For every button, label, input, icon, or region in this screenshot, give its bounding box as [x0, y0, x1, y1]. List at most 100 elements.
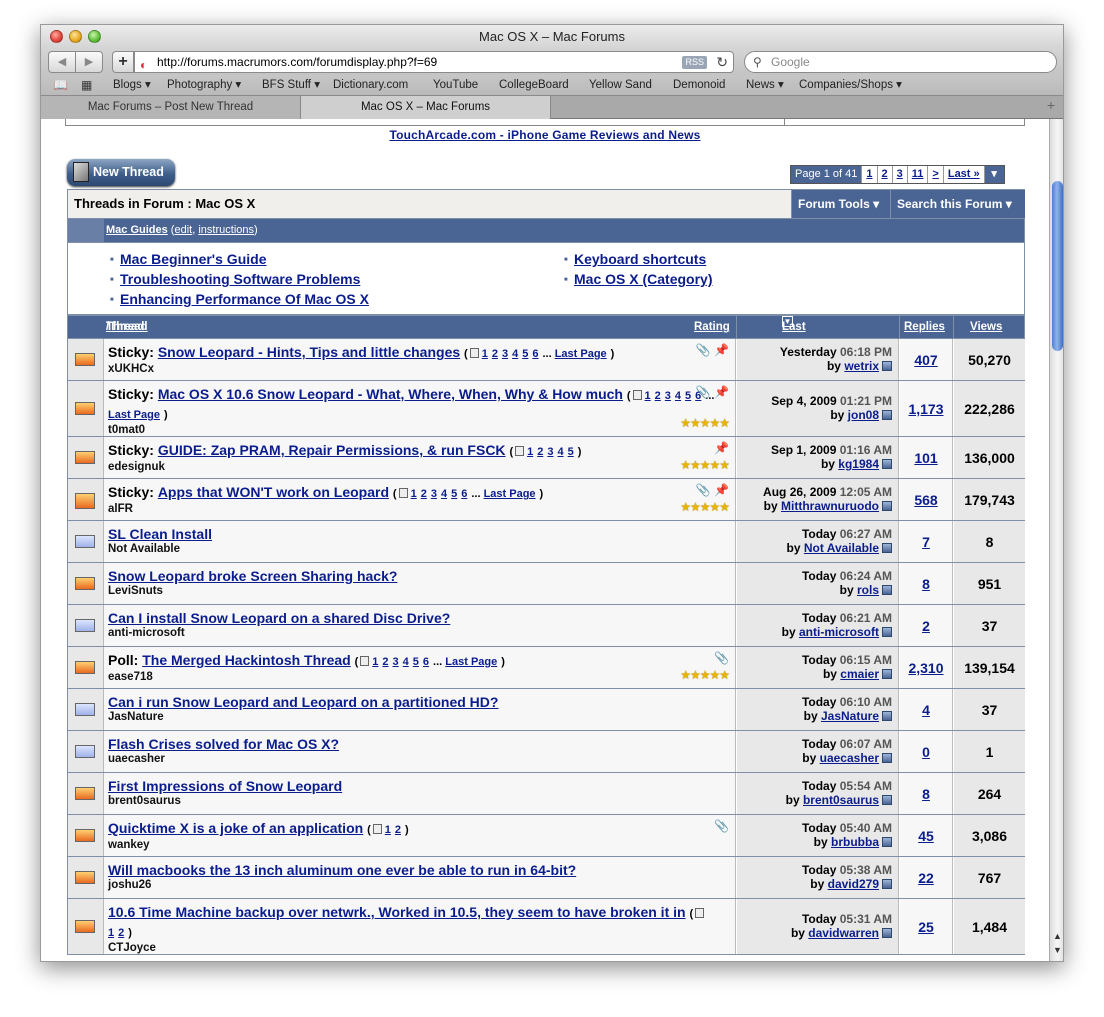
go-to-last-post-icon[interactable] — [882, 361, 892, 371]
go-to-last-post-icon[interactable] — [882, 585, 892, 595]
last-poster-link[interactable]: wetrix — [844, 359, 879, 373]
thread-page-link[interactable]: 5 — [568, 446, 574, 458]
touch-arcade-link[interactable]: TouchArcade.com - iPhone Game Reviews an… — [389, 128, 700, 142]
go-to-last-post-icon[interactable] — [882, 711, 892, 721]
guide-link[interactable]: Troubleshooting Software Problems — [110, 271, 360, 287]
replies-link[interactable]: 0 — [900, 731, 953, 772]
last-poster-link[interactable]: brent0saurus — [803, 793, 879, 807]
thread-page-link[interactable]: 4 — [441, 488, 447, 500]
page-link[interactable]: 2 — [876, 166, 892, 183]
bookmark-photography[interactable]: Photography ▾ — [167, 75, 241, 95]
scroll-up-icon[interactable]: ▲ — [1053, 931, 1062, 941]
go-to-last-post-icon[interactable] — [882, 837, 892, 847]
guide-link[interactable]: Enhancing Performance Of Mac OS X — [110, 291, 369, 307]
thread-page-link[interactable]: 1 — [411, 488, 417, 500]
guide-link[interactable]: Mac OS X (Category) — [564, 271, 713, 287]
address-bar[interactable]: ◐ http://forums.macrumors.com/forumdispl… — [134, 51, 734, 73]
thread-title-link[interactable]: GUIDE: Zap PRAM, Repair Permissions, & r… — [158, 442, 506, 458]
go-to-last-post-icon[interactable] — [882, 753, 892, 763]
reload-icon[interactable]: ↻ — [716, 52, 728, 72]
book-icon[interactable]: 📖 — [53, 75, 68, 95]
thread-last-page-link[interactable]: Last Page — [555, 348, 607, 360]
thread-title-link[interactable]: Flash Crises solved for Mac OS X? — [108, 736, 339, 752]
thread-title-link[interactable]: 10.6 Time Machine backup over netwrk., W… — [108, 904, 686, 920]
replies-link[interactable]: 2,310 — [900, 647, 953, 688]
thread-page-link[interactable]: 2 — [492, 348, 498, 360]
go-to-last-post-icon[interactable] — [882, 669, 892, 679]
go-to-last-post-icon[interactable] — [882, 501, 892, 511]
go-to-last-post-icon[interactable] — [882, 543, 892, 553]
last-poster-link[interactable]: JasNature — [821, 709, 879, 723]
add-bookmark-button[interactable]: + — [112, 51, 134, 73]
thread-page-link[interactable]: 1 — [385, 824, 391, 836]
last-poster-link[interactable]: Not Available — [804, 541, 879, 555]
thread-page-link[interactable]: 1 — [108, 927, 114, 939]
replies-link[interactable]: 568 — [900, 479, 953, 520]
bookmark-dictionary[interactable]: Dictionary.com — [333, 75, 408, 95]
search-input[interactable]: ⚲ Google — [744, 51, 1057, 73]
thread-page-link[interactable]: 4 — [675, 390, 681, 402]
thread-page-link[interactable]: 3 — [431, 488, 437, 500]
bookmark-youtube[interactable]: YouTube — [433, 75, 478, 95]
thread-page-link[interactable]: 4 — [557, 446, 563, 458]
bookmark-collegeboard[interactable]: CollegeBoard — [499, 75, 569, 95]
last-poster-link[interactable]: davidwarren — [808, 926, 879, 940]
thread-last-page-link[interactable]: Last Page — [445, 656, 497, 668]
mac-guides-link[interactable]: Mac Guides — [106, 224, 168, 236]
thread-page-link[interactable]: 2 — [421, 488, 427, 500]
thread-page-link[interactable]: 2 — [118, 927, 124, 939]
minimize-button[interactable] — [69, 30, 82, 43]
last-page-link[interactable]: Last » — [942, 166, 984, 183]
guide-link[interactable]: Keyboard shortcuts — [564, 251, 706, 267]
go-to-last-post-icon[interactable] — [882, 459, 892, 469]
thread-title-link[interactable]: First Impressions of Snow Leopard — [108, 778, 342, 794]
thread-page-link[interactable]: 2 — [655, 390, 661, 402]
sort-replies[interactable]: Replies — [904, 316, 945, 339]
thread-page-link[interactable]: 2 — [395, 824, 401, 836]
go-to-last-post-icon[interactable] — [882, 928, 892, 938]
page-link[interactable]: 1 — [861, 166, 876, 183]
last-poster-link[interactable]: rols — [857, 583, 879, 597]
thread-page-link[interactable]: 6 — [461, 488, 467, 500]
thread-page-link[interactable]: 5 — [685, 390, 691, 402]
guide-link[interactable]: Mac Beginner's Guide — [110, 251, 267, 267]
last-poster-link[interactable]: Mitthrawnuruodo — [781, 499, 879, 513]
thread-title-link[interactable]: Snow Leopard broke Screen Sharing hack? — [108, 568, 397, 584]
zoom-button[interactable] — [88, 30, 101, 43]
replies-link[interactable]: 4 — [900, 689, 953, 730]
guides-instructions-link[interactable]: instructions — [198, 224, 254, 236]
replies-link[interactable]: 7 — [900, 521, 953, 562]
thread-title-link[interactable]: Quicktime X is a joke of an application — [108, 820, 363, 836]
thread-page-link[interactable]: 2 — [537, 446, 543, 458]
page-link[interactable]: 3 — [891, 166, 907, 183]
scrollbar[interactable]: ▲ ▼ — [1049, 119, 1063, 961]
last-poster-link[interactable]: uaecasher — [820, 751, 879, 765]
replies-link[interactable]: 1,173 — [900, 381, 953, 436]
last-poster-link[interactable]: kg1984 — [838, 457, 879, 471]
scrollbar-thumb[interactable] — [1052, 181, 1063, 351]
replies-link[interactable]: 2 — [900, 605, 953, 646]
thread-title-link[interactable]: Can i run Snow Leopard and Leopard on a … — [108, 694, 498, 710]
thread-page-link[interactable]: 4 — [403, 656, 409, 668]
last-poster-link[interactable]: david279 — [828, 877, 879, 891]
close-button[interactable] — [50, 30, 63, 43]
tab-post-new-thread[interactable]: Mac Forums – Post New Thread — [41, 96, 301, 119]
guides-edit-link[interactable]: edit — [174, 224, 192, 236]
thread-last-page-link[interactable]: Last Page — [484, 488, 536, 500]
thread-page-link[interactable]: 3 — [502, 348, 508, 360]
thread-title-link[interactable]: SL Clean Install — [108, 526, 212, 542]
sort-rating[interactable]: Rating — [694, 316, 730, 339]
bookmark-blogs[interactable]: Blogs ▾ — [113, 75, 151, 95]
sort-views[interactable]: Views — [970, 316, 1002, 339]
bookmark-demonoid[interactable]: Demonoid — [673, 75, 725, 95]
bookmark-bfs-stuff[interactable]: BFS Stuff ▾ — [262, 75, 320, 95]
next-page-link[interactable]: > — [927, 166, 942, 183]
thread-title-link[interactable]: Mac OS X 10.6 Snow Leopard - What, Where… — [158, 386, 623, 402]
bookmark-yellow-sand[interactable]: Yellow Sand — [589, 75, 652, 95]
thread-page-link[interactable]: 3 — [393, 656, 399, 668]
thread-page-link[interactable]: 4 — [512, 348, 518, 360]
thread-page-link[interactable]: 1 — [527, 446, 533, 458]
go-to-last-post-icon[interactable] — [882, 627, 892, 637]
scroll-down-icon[interactable]: ▼ — [1053, 945, 1062, 955]
bookmark-companies-shops[interactable]: Companies/Shops ▾ — [799, 75, 902, 95]
